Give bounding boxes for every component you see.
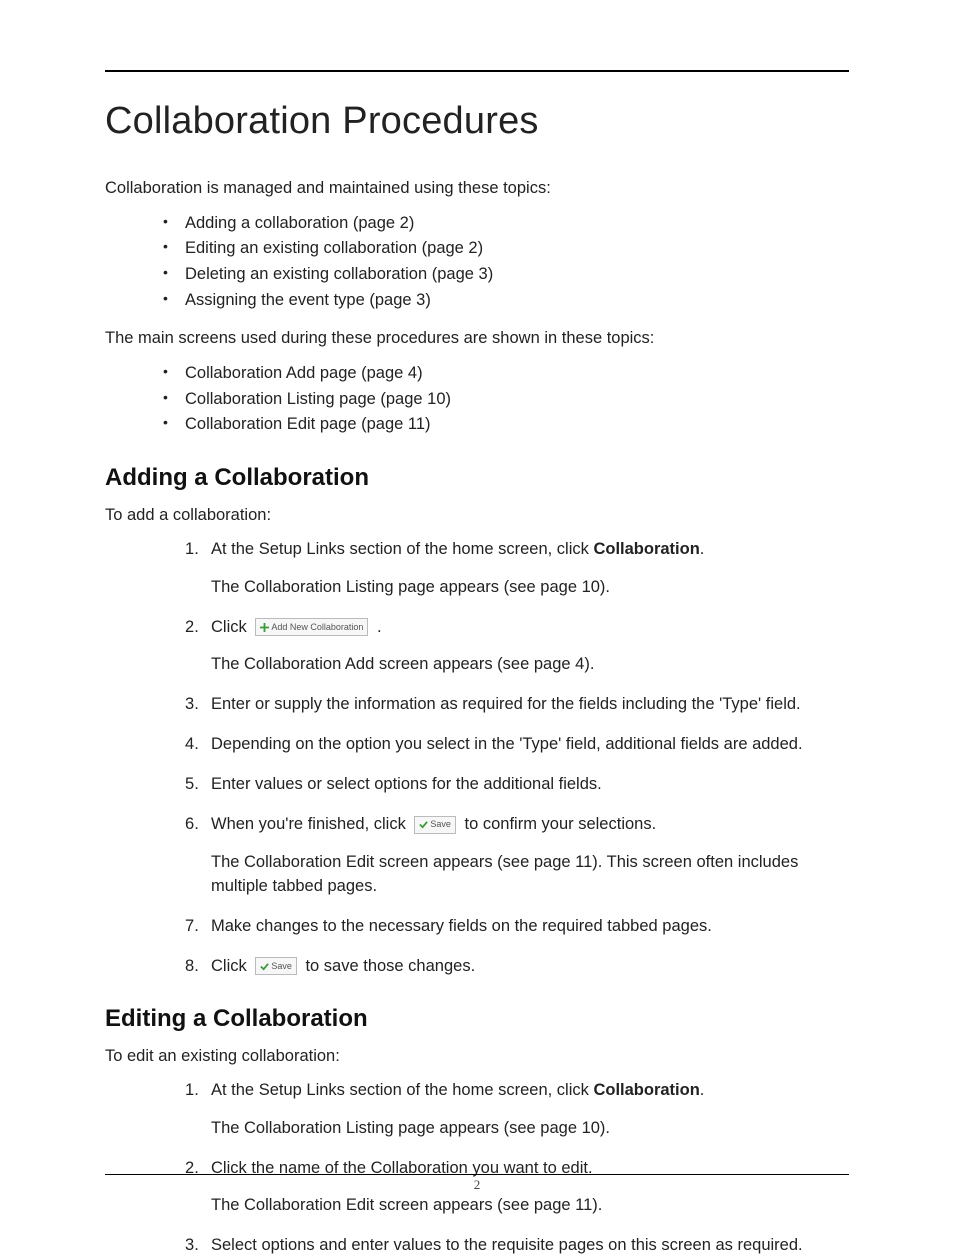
adding-steps: At the Setup Links section of the home s… bbox=[185, 538, 849, 979]
intro-paragraph-1: Collaboration is managed and maintained … bbox=[105, 177, 849, 201]
page-number: 2 bbox=[0, 1177, 954, 1193]
top-rule bbox=[105, 70, 849, 72]
add-new-collaboration-button: Add New Collaboration bbox=[255, 618, 368, 636]
step-text: . bbox=[377, 618, 382, 636]
button-label: Add New Collaboration bbox=[271, 623, 363, 632]
section-heading-editing: Editing a Collaboration bbox=[105, 1005, 849, 1033]
step-text: Click bbox=[211, 957, 251, 975]
save-button: Save bbox=[255, 957, 297, 975]
step-text: . bbox=[700, 540, 705, 558]
step-text: Click bbox=[211, 618, 251, 636]
topic-list: Adding a collaboration (page 2) Editing … bbox=[163, 211, 849, 313]
section-lead: To edit an existing collaboration: bbox=[105, 1045, 849, 1069]
step-subtext: The Collaboration Listing page appears (… bbox=[211, 576, 849, 600]
step-item: Enter values or select options for the a… bbox=[185, 773, 849, 797]
step-subtext: The Collaboration Add screen appears (se… bbox=[211, 653, 849, 677]
list-item: Collaboration Edit page (page 11) bbox=[163, 412, 849, 438]
bold-term: Collaboration bbox=[593, 540, 699, 558]
bottom-rule bbox=[105, 1174, 849, 1175]
check-icon bbox=[419, 820, 428, 829]
step-item: Select options and enter values to the r… bbox=[185, 1234, 849, 1258]
save-button: Save bbox=[414, 816, 456, 834]
step-text: . bbox=[700, 1081, 705, 1099]
list-item: Assigning the event type (page 3) bbox=[163, 288, 849, 314]
step-subtext: The Collaboration Edit screen appears (s… bbox=[211, 1194, 849, 1218]
section-lead: To add a collaboration: bbox=[105, 504, 849, 528]
step-item: At the Setup Links section of the home s… bbox=[185, 1079, 849, 1141]
button-label: Save bbox=[430, 820, 451, 829]
step-item: Enter or supply the information as requi… bbox=[185, 693, 849, 717]
check-icon bbox=[260, 962, 269, 971]
step-text: to save those changes. bbox=[305, 957, 475, 975]
page-title: Collaboration Procedures bbox=[105, 100, 849, 143]
step-item: Click Add New Collaboration . The Collab… bbox=[185, 616, 849, 678]
button-label: Save bbox=[271, 962, 292, 971]
step-text: When you're finished, click bbox=[211, 815, 410, 833]
plus-icon bbox=[260, 623, 269, 632]
step-item: When you're finished, click Save to conf… bbox=[185, 813, 849, 899]
step-text: At the Setup Links section of the home s… bbox=[211, 540, 593, 558]
step-subtext: The Collaboration Listing page appears (… bbox=[211, 1117, 849, 1141]
bold-term: Collaboration bbox=[593, 1081, 699, 1099]
step-item: Depending on the option you select in th… bbox=[185, 733, 849, 757]
section-heading-adding: Adding a Collaboration bbox=[105, 464, 849, 492]
list-item: Collaboration Listing page (page 10) bbox=[163, 387, 849, 413]
step-subtext: The Collaboration Edit screen appears (s… bbox=[211, 851, 849, 899]
list-item: Deleting an existing collaboration (page… bbox=[163, 262, 849, 288]
editing-steps: At the Setup Links section of the home s… bbox=[185, 1079, 849, 1258]
step-item: At the Setup Links section of the home s… bbox=[185, 538, 849, 600]
step-item: Make changes to the necessary fields on … bbox=[185, 915, 849, 939]
screens-list: Collaboration Add page (page 4) Collabor… bbox=[163, 361, 849, 438]
step-item: Click Save to save those changes. bbox=[185, 955, 849, 979]
list-item: Adding a collaboration (page 2) bbox=[163, 211, 849, 237]
step-text: At the Setup Links section of the home s… bbox=[211, 1081, 593, 1099]
document-page: Collaboration Procedures Collaboration i… bbox=[0, 0, 954, 1235]
list-item: Collaboration Add page (page 4) bbox=[163, 361, 849, 387]
list-item: Editing an existing collaboration (page … bbox=[163, 236, 849, 262]
step-text: to confirm your selections. bbox=[465, 815, 657, 833]
intro-paragraph-2: The main screens used during these proce… bbox=[105, 327, 849, 351]
